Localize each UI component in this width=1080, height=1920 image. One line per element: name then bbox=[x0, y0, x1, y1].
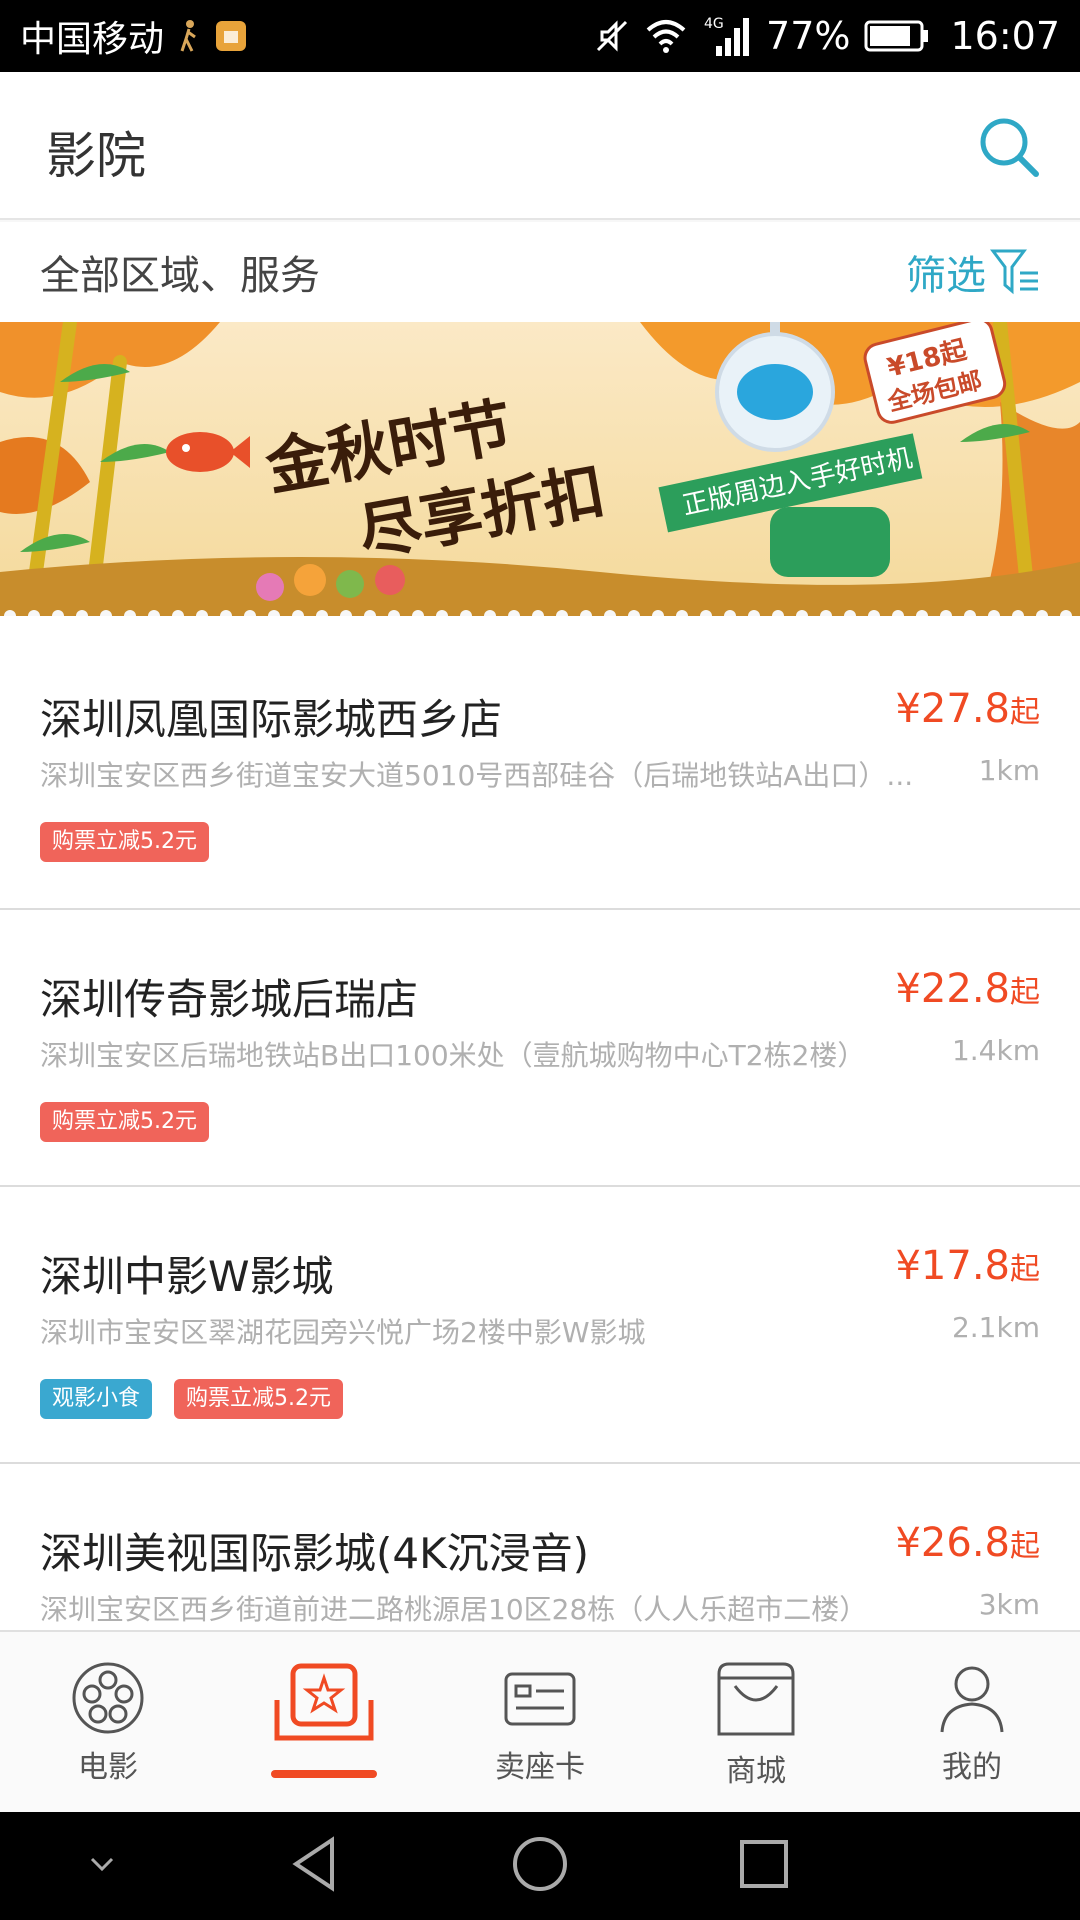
cinema-list-item[interactable]: 深圳中影W影城 ¥17.8起 深圳市宝安区翠湖花园旁兴悦广场2楼中影W影城 2.… bbox=[0, 1187, 1080, 1464]
cinema-address: 深圳宝安区西乡街道宝安大道5010号西部硅谷（后瑞地铁站A出口）... bbox=[40, 759, 914, 792]
status-bar: 中国移动 4G 77% 16:07 bbox=[0, 0, 1080, 72]
svg-text:4G: 4G bbox=[704, 16, 724, 32]
recents-button[interactable] bbox=[734, 1834, 794, 1898]
back-triangle-icon bbox=[292, 1836, 334, 1892]
cinema-distance: 1km bbox=[978, 754, 1040, 787]
system-navigation-bar bbox=[0, 1812, 1080, 1920]
app-header: 影院 bbox=[0, 72, 1080, 220]
cinema-price: ¥22.8起 bbox=[895, 966, 1040, 1012]
cinema-distance: 2.1km bbox=[951, 1311, 1040, 1344]
tab-cinemas[interactable] bbox=[216, 1632, 432, 1812]
clock: 16:07 bbox=[950, 14, 1060, 58]
filter-label: 筛选 bbox=[906, 253, 986, 299]
tab-label: 我的 bbox=[942, 1750, 1002, 1785]
promo-banner[interactable]: 金秋时节 尽享折扣 正版周边入手好时机 ¥18起 全场包邮 bbox=[0, 322, 1080, 616]
person-icon bbox=[940, 1666, 1004, 1733]
bottom-tab-bar: 电影 卖座卡 商城 我的 bbox=[0, 1630, 1080, 1812]
cinema-name: 深圳美视国际影城(4K沉浸音) bbox=[40, 1529, 590, 1578]
discount-tag: 购票立减5.2元 bbox=[40, 822, 209, 862]
tab-mall[interactable]: 商城 bbox=[648, 1632, 864, 1812]
back-button[interactable] bbox=[286, 1834, 346, 1898]
filter-bar: 全部区域、服务 筛选 bbox=[0, 222, 1080, 322]
page-title: 影院 bbox=[46, 127, 146, 185]
cinema-name: 深圳中影W影城 bbox=[40, 1252, 334, 1301]
cinema-distance: 3km bbox=[978, 1588, 1040, 1621]
discount-tag: 购票立减5.2元 bbox=[40, 1102, 209, 1142]
cinema-list-item[interactable]: 深圳凤凰国际影城西乡店 ¥27.8起 深圳宝安区西乡街道宝安大道5010号西部硅… bbox=[0, 616, 1080, 910]
film-reel-icon bbox=[72, 1662, 144, 1734]
battery-icon bbox=[864, 19, 930, 53]
tab-label: 卖座卡 bbox=[495, 1750, 585, 1785]
home-circle-icon bbox=[513, 1837, 567, 1891]
carrier-name: 中国移动 bbox=[20, 19, 165, 60]
cinema-price: ¥17.8起 bbox=[895, 1243, 1040, 1289]
search-icon bbox=[980, 118, 1039, 177]
battery-percent: 77% bbox=[766, 14, 851, 58]
tab-movies[interactable]: 电影 bbox=[0, 1632, 216, 1812]
home-button[interactable] bbox=[510, 1834, 570, 1898]
tab-seat-card[interactable]: 卖座卡 bbox=[432, 1632, 648, 1812]
cinema-address: 深圳宝安区后瑞地铁站B出口100米处（壹航城购物中心T2栋2楼） bbox=[40, 1039, 866, 1072]
card-icon bbox=[504, 1672, 576, 1726]
collapse-button[interactable] bbox=[82, 1844, 122, 1888]
region-service-selector[interactable]: 全部区域、服务 bbox=[40, 243, 320, 301]
cinema-list-item[interactable]: 深圳传奇影城后瑞店 ¥22.8起 深圳宝安区后瑞地铁站B出口100米处（壹航城购… bbox=[0, 910, 1080, 1187]
tab-label: 商城 bbox=[726, 1754, 786, 1789]
shopping-bag-icon bbox=[717, 1662, 795, 1736]
cinema-name: 深圳传奇影城后瑞店 bbox=[40, 975, 419, 1024]
signal-icon: 4G bbox=[702, 14, 752, 58]
cinema-name: 深圳凤凰国际影城西乡店 bbox=[40, 695, 503, 744]
cinema-distance: 1.4km bbox=[951, 1034, 1040, 1067]
tab-profile[interactable]: 我的 bbox=[864, 1632, 1080, 1812]
cinema-price: ¥26.8起 bbox=[895, 1520, 1040, 1566]
active-tab-indicator bbox=[271, 1770, 377, 1778]
recents-square-icon bbox=[740, 1840, 788, 1888]
chevron-down-icon bbox=[90, 1857, 114, 1872]
filter-button[interactable]: 筛选 bbox=[906, 243, 1042, 301]
cinema-address: 深圳宝安区西乡街道前进二路桃源居10区28栋（人人乐超市二楼） bbox=[40, 1593, 868, 1626]
mute-icon bbox=[594, 18, 630, 54]
cinema-price: ¥27.8起 bbox=[895, 686, 1040, 732]
cinema-address: 深圳市宝安区翠湖花园旁兴悦广场2楼中影W影城 bbox=[40, 1316, 646, 1349]
snack-tag: 观影小食 bbox=[40, 1379, 153, 1419]
wifi-icon bbox=[644, 18, 688, 54]
bag-notification-icon bbox=[214, 19, 248, 53]
runner-icon bbox=[178, 19, 200, 53]
discount-tag: 购票立减5.2元 bbox=[174, 1379, 344, 1419]
cinema-list: 深圳凤凰国际影城西乡店 ¥27.8起 深圳宝安区西乡街道宝安大道5010号西部硅… bbox=[0, 616, 1080, 1741]
tab-label: 电影 bbox=[78, 1750, 138, 1785]
cinema-seat-icon bbox=[274, 1663, 374, 1741]
search-button[interactable] bbox=[976, 114, 1042, 180]
filter-icon bbox=[990, 249, 1038, 295]
